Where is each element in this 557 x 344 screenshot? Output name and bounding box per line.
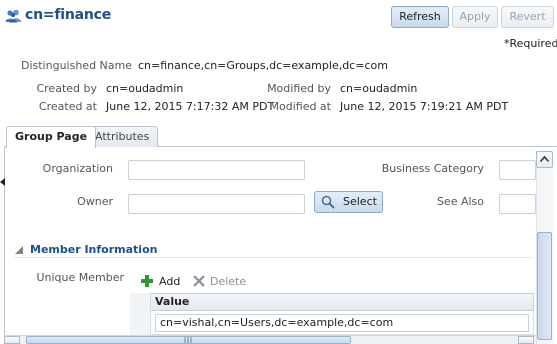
search-icon (321, 195, 335, 216)
see-also-label: See Also (436, 195, 484, 208)
add-icon (140, 274, 154, 291)
unique-member-value: cn=vishal,cn=Users,dc=example,dc=com (160, 316, 394, 329)
organization-input[interactable] (128, 160, 305, 180)
scroll-left-button[interactable] (4, 336, 20, 344)
table-header (130, 293, 534, 311)
tab-group-page[interactable]: Group Page (6, 126, 97, 148)
group-icon (5, 9, 23, 23)
dn-label: Distinguished Name (20, 59, 132, 72)
page-title: cn=finance (25, 7, 112, 23)
business-category-input[interactable] (499, 160, 536, 180)
unique-member-label: Unique Member (36, 271, 124, 284)
tab-attributes[interactable]: Attributes (86, 126, 159, 147)
see-also-input[interactable] (499, 194, 536, 214)
horizontal-scroll-thumb[interactable] (26, 336, 351, 344)
modified-at-value: June 12, 2015 7:19:21 AM PDT (340, 100, 509, 113)
vertical-scroll-thumb[interactable] (537, 232, 552, 340)
delete-label: Delete (210, 275, 247, 288)
organization-label: Organization (42, 162, 113, 175)
scroll-up-button[interactable] (536, 151, 553, 168)
add-member-button[interactable]: Add (140, 274, 180, 290)
scroll-right-button[interactable] (518, 336, 534, 344)
refresh-button[interactable]: Refresh (391, 6, 449, 28)
column-header-value[interactable]: Value (155, 295, 189, 308)
delete-icon (193, 275, 205, 290)
modified-at-label: Modified at (269, 100, 332, 113)
member-info-heading: Member Information (30, 243, 158, 256)
created-at-value: June 12, 2015 7:17:32 AM PDT (106, 100, 275, 113)
business-category-label: Business Category (381, 162, 484, 175)
select-owner-button[interactable]: Select (314, 191, 383, 213)
modified-by-label: Modified by (267, 82, 331, 95)
table-row-header (130, 293, 151, 335)
owner-label: Owner (77, 195, 113, 208)
delete-member-button[interactable]: Delete (193, 274, 247, 290)
dn-value: cn=finance,cn=Groups,dc=example,dc=com (138, 59, 388, 72)
apply-button[interactable]: Apply (452, 6, 498, 28)
modified-by-value: cn=oudadmin (340, 82, 418, 95)
created-by-label: Created by (36, 82, 97, 95)
created-at-label: Created at (38, 100, 97, 113)
select-button-label: Select (343, 195, 377, 208)
required-note: *Required (504, 37, 557, 50)
unique-member-value-input[interactable]: cn=vishal,cn=Users,dc=example,dc=com (155, 314, 529, 332)
revert-button[interactable]: Revert (501, 6, 554, 28)
collapse-splitter-icon[interactable] (0, 175, 5, 189)
add-label: Add (159, 275, 181, 288)
owner-input[interactable] (128, 194, 305, 214)
section-divider (14, 257, 534, 258)
created-by-value: cn=oudadmin (106, 82, 184, 95)
